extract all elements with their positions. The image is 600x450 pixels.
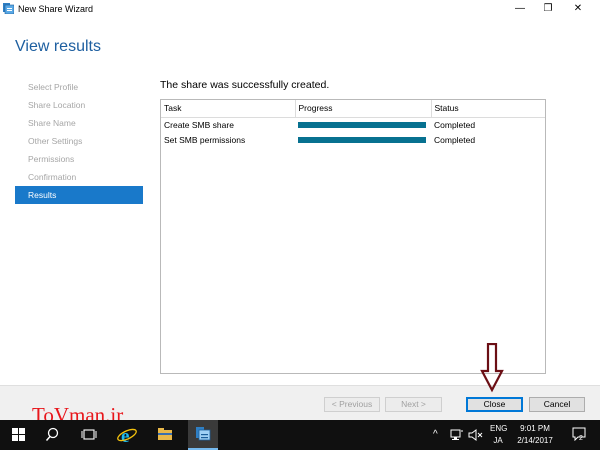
cancel-button[interactable]: Cancel: [529, 397, 585, 412]
volume-muted-icon[interactable]: [468, 429, 484, 441]
column-header-status[interactable]: Status: [431, 100, 545, 118]
internet-explorer-button[interactable]: e: [112, 420, 142, 450]
task-view-button[interactable]: [74, 420, 104, 450]
step-share-location: Share Location: [28, 100, 86, 110]
next-button[interactable]: Next >: [385, 397, 442, 412]
down-arrow-annotation-icon: [480, 343, 504, 393]
progress-bar: [298, 136, 426, 143]
file-explorer-button[interactable]: [150, 420, 180, 450]
language-indicator[interactable]: ENG JA: [490, 423, 508, 447]
network-icon[interactable]: [450, 429, 464, 441]
results-panel: Task Progress Status Create SMB share Co…: [160, 99, 546, 374]
show-hidden-icons-chevron-icon[interactable]: ^: [433, 429, 438, 440]
close-button[interactable]: Close: [466, 397, 523, 412]
progress-cell: [295, 132, 431, 147]
wizard-steps: Select Profile Share Location Share Name…: [15, 78, 143, 204]
results-table: Task Progress Status Create SMB share Co…: [161, 100, 545, 147]
task-view-icon: [81, 429, 97, 440]
progress-cell: [295, 117, 431, 132]
language-code: ENG: [490, 424, 508, 433]
clock[interactable]: 9:01 PM 2/14/2017: [514, 423, 556, 447]
status-cell: Completed: [434, 119, 476, 130]
step-other-settings: Other Settings: [28, 136, 83, 146]
progress-fill: [298, 136, 426, 143]
task-cell: Set SMB permissions: [164, 134, 246, 145]
status-message: The share was successfully created.: [160, 79, 330, 91]
search-icon: [45, 427, 59, 441]
maximize-button[interactable]: ❐: [534, 0, 562, 18]
window-title: New Share Wizard: [18, 4, 94, 14]
column-header-task[interactable]: Task: [161, 100, 296, 118]
notification-count-badge: 2: [579, 435, 583, 442]
title-bar: New Share Wizard — ❐ ✕: [0, 0, 600, 18]
step-confirmation: Confirmation: [28, 172, 77, 182]
folder-icon: [158, 428, 172, 440]
internet-explorer-icon: e: [117, 426, 137, 447]
progress-bar: [298, 121, 426, 128]
step-permissions: Permissions: [28, 154, 75, 164]
step-select-profile: Select Profile: [28, 82, 79, 92]
clock-date: 2/14/2017: [517, 436, 553, 445]
close-window-button[interactable]: ✕: [564, 0, 592, 18]
table-header-row: Task Progress Status: [161, 100, 545, 118]
share-wizard-icon: [3, 3, 15, 15]
previous-button[interactable]: < Previous: [324, 397, 380, 412]
start-button[interactable]: [0, 420, 36, 450]
progress-fill: [298, 121, 426, 128]
clock-time: 9:01 PM: [520, 424, 550, 433]
column-header-progress[interactable]: Progress: [295, 100, 432, 118]
page-title: View results: [15, 38, 101, 55]
step-share-name: Share Name: [28, 118, 76, 128]
server-manager-icon: [196, 427, 211, 441]
status-cell: Completed: [434, 134, 476, 145]
windows-logo-icon: [12, 428, 25, 441]
svg-text:e: e: [121, 426, 129, 447]
table-row: Create SMB share Completed: [161, 117, 545, 132]
search-button[interactable]: [36, 420, 68, 450]
minimize-button[interactable]: —: [506, 0, 534, 18]
table-row: Set SMB permissions Completed: [161, 132, 545, 147]
share-wizard-taskbar-button[interactable]: [188, 420, 218, 450]
taskbar: e ^ ENG JA 9:01 PM 2/14/2017 2: [0, 420, 600, 450]
footer-divider: [0, 385, 600, 386]
keyboard-layout: JA: [493, 436, 503, 445]
step-results[interactable]: Results: [15, 186, 143, 204]
task-cell: Create SMB share: [164, 119, 234, 130]
